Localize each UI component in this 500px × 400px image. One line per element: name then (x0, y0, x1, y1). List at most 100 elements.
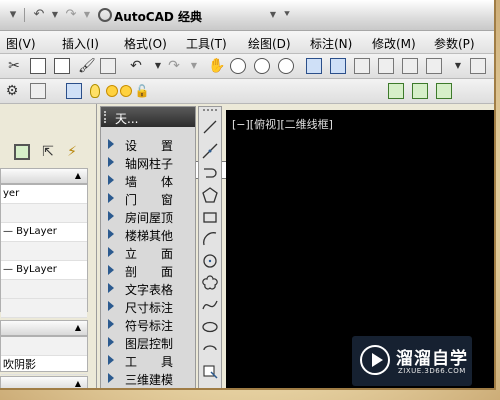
expand-arrow-icon (108, 247, 114, 257)
redo-dropdown-icon[interactable]: ▼ (186, 58, 202, 74)
tz-item-elevation[interactable]: 立 面 (105, 243, 195, 261)
insert-block-icon[interactable] (202, 363, 218, 379)
redo-icon[interactable]: ↷ (166, 58, 182, 74)
tz-item-section[interactable]: 剖 面 (105, 261, 195, 279)
tz-item-axis-columns[interactable]: 轴网柱子 (105, 153, 195, 171)
pickadd-icon[interactable]: ⚡ (64, 144, 80, 160)
tool-palettes-icon[interactable] (354, 58, 370, 74)
collapse-icon[interactable]: ▲ (75, 379, 81, 388)
rectangle-icon[interactable] (202, 209, 218, 225)
app-menu-icon[interactable]: ▾ (4, 7, 22, 23)
property-shadow-value[interactable]: 吹阴影 (1, 356, 87, 375)
watermark: 溜溜自学 ZIXUE.3D66.COM (352, 336, 472, 386)
match-properties-icon[interactable]: 🖌 (78, 58, 96, 74)
tz-item-walls[interactable]: 墙 体 (105, 171, 195, 189)
expand-arrow-icon (108, 283, 114, 293)
circle-icon[interactable] (202, 253, 218, 269)
property-row[interactable] (1, 242, 87, 261)
block-editor-icon[interactable] (100, 58, 116, 74)
ellipse-icon[interactable] (202, 319, 218, 335)
customize-qat-icon[interactable]: ⯆ (278, 7, 296, 23)
drag-handle[interactable] (203, 109, 217, 115)
zoom-window-icon[interactable] (254, 58, 270, 74)
markup-icon[interactable] (402, 58, 418, 74)
menu-bar: 图(V) 插入(I) 格式(O) 工具(T) 绘图(D) 标注(N) 修改(M)… (0, 31, 494, 54)
tianzheng-panel-title: 天... (115, 112, 139, 126)
lock-icon[interactable]: 🔓 (134, 83, 150, 99)
property-row[interactable] (1, 337, 87, 356)
menu-format[interactable]: 格式(O) (124, 35, 167, 52)
undo-icon[interactable]: ↶ (128, 58, 144, 74)
properties-icon[interactable] (306, 58, 322, 74)
menu-tools[interactable]: 工具(T) (186, 35, 227, 52)
undo-dropdown-icon[interactable]: ▼ (150, 58, 166, 74)
property-row[interactable] (1, 299, 87, 318)
property-linetype-value[interactable]: — ByLayer (1, 223, 87, 242)
construction-line-icon[interactable] (202, 143, 218, 159)
menu-dimension[interactable]: 标注(N) (310, 35, 352, 52)
workspace-settings-icon[interactable]: ⚙ (4, 83, 20, 99)
tianzheng-panel-header[interactable]: 天... (101, 107, 195, 127)
zoom-realtime-icon[interactable] (230, 58, 246, 74)
make-current-layer-icon[interactable] (388, 83, 404, 99)
autocad-window: ▾ ↶ ▼ ↷ ▼ AutoCAD 经典 ▼ ⯆ 图(V) 插入(I) 格式(O… (0, 0, 496, 390)
tz-item-tools[interactable]: 工 具 (105, 351, 195, 369)
tz-item-settings[interactable]: 设 置 (105, 135, 195, 153)
tz-item-dimensions[interactable]: 尺寸标注 (105, 297, 195, 315)
redo-dropdown-icon[interactable]: ▼ (78, 7, 96, 23)
revision-cloud-icon[interactable] (202, 275, 218, 291)
quickcalc-icon[interactable] (426, 58, 442, 74)
property-lineweight-value[interactable]: — ByLayer (1, 261, 87, 280)
tz-item-text-tables[interactable]: 文字表格 (105, 279, 195, 297)
workspace-name[interactable]: AutoCAD 经典 (114, 8, 202, 25)
extra-tool-icon[interactable] (470, 58, 486, 74)
menu-draw[interactable]: 绘图(D) (248, 35, 291, 52)
expand-arrow-icon (108, 319, 114, 329)
copy-icon[interactable] (30, 58, 46, 74)
collapse-icon[interactable]: ▲ (75, 323, 81, 332)
tz-item-3d-modeling[interactable]: 三维建模 (105, 369, 195, 387)
menu-view[interactable]: 图(V) (6, 35, 36, 52)
layer-manager-icon[interactable] (66, 83, 82, 99)
workspace-save-icon[interactable] (30, 83, 46, 99)
paste-icon[interactable] (54, 58, 70, 74)
tz-item-symbols[interactable]: 符号标注 (105, 315, 195, 333)
tz-item-layer-control[interactable]: 图层控制 (105, 333, 195, 351)
select-objects-icon[interactable] (14, 144, 30, 160)
freeze-viewport-icon[interactable] (120, 85, 132, 97)
property-row[interactable] (1, 280, 87, 299)
menu-modify[interactable]: 修改(M) (372, 35, 416, 52)
misc-section-header[interactable]: ▲ (0, 376, 88, 388)
viewport-controls-label[interactable]: [−][俯视][二维线框] (232, 116, 333, 132)
ellipse-arc-icon[interactable] (202, 341, 218, 357)
tz-item-rooms-roofs[interactable]: 房间屋顶 (105, 207, 195, 225)
lightbulb-icon[interactable] (90, 84, 100, 98)
tz-item-stairs-other[interactable]: 楼梯其他 (105, 225, 195, 243)
property-layer-value[interactable]: yer (1, 185, 87, 204)
menu-insert[interactable]: 插入(I) (62, 35, 99, 52)
polyline-icon[interactable] (202, 165, 218, 181)
3d-visualization-section-header[interactable]: ▲ (0, 320, 88, 336)
sun-icon[interactable] (106, 85, 118, 97)
line-icon[interactable] (202, 119, 218, 135)
collapse-icon[interactable]: ▲ (75, 171, 81, 180)
layer-previous-icon[interactable] (412, 83, 428, 99)
tz-item-doors-windows[interactable]: 门 窗 (105, 189, 195, 207)
standard-toolbar: ✂ 🖌 ↶ ▼ ↷ ▼ ✋ ▼ (0, 54, 494, 79)
cut-icon[interactable]: ✂ (6, 58, 22, 74)
zoom-previous-icon[interactable] (278, 58, 294, 74)
arc-icon[interactable] (202, 231, 218, 247)
general-section-header[interactable]: ▲ (0, 168, 88, 184)
layer-states-icon[interactable] (436, 83, 452, 99)
gear-icon[interactable] (98, 8, 112, 22)
sheet-set-icon[interactable] (378, 58, 394, 74)
drag-handle[interactable] (104, 111, 112, 123)
toolbar-options-icon[interactable]: ▼ (450, 58, 466, 74)
pan-hand-icon[interactable]: ✋ (208, 58, 225, 74)
menu-parameters[interactable]: 参数(P) (434, 35, 475, 52)
spline-icon[interactable] (202, 297, 218, 313)
polygon-icon[interactable] (202, 187, 218, 203)
design-center-icon[interactable] (330, 58, 346, 74)
property-row[interactable] (1, 204, 87, 223)
quick-select-icon[interactable]: ⇱ (40, 144, 56, 160)
